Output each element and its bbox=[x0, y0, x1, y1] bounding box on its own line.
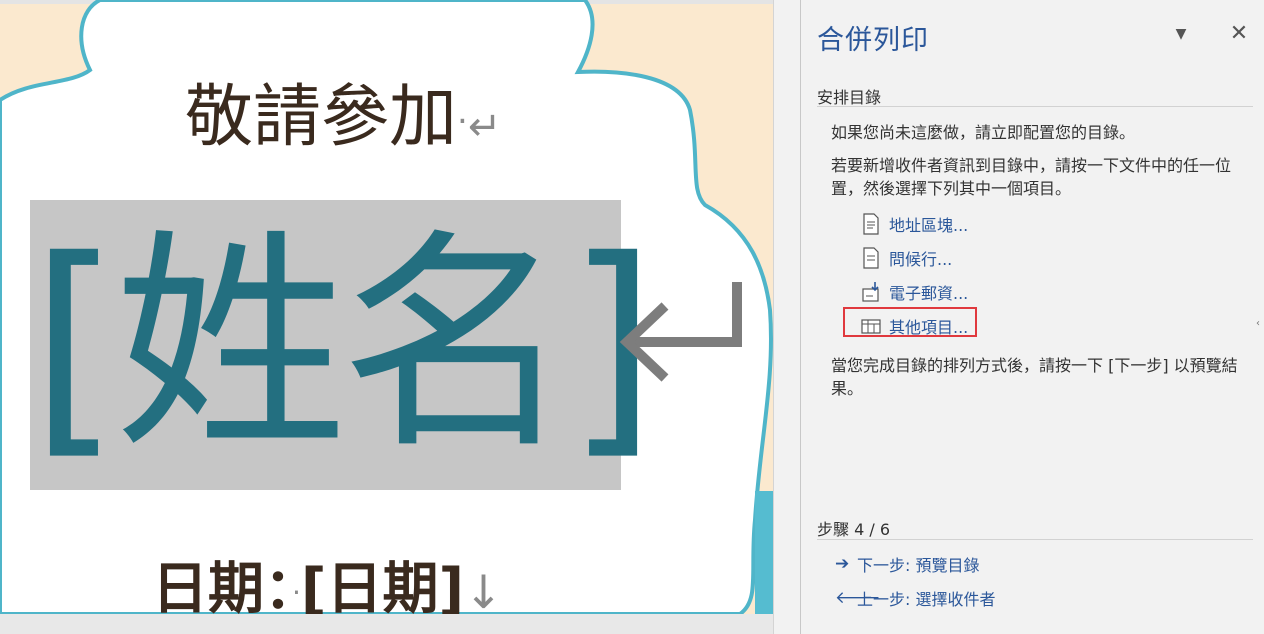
greeting-line-link[interactable]: 問候行... bbox=[861, 245, 952, 271]
name-merge-field[interactable]: [姓名] bbox=[30, 200, 657, 490]
date-merge-field[interactable]: [日期] bbox=[301, 557, 464, 614]
invite-heading[interactable]: 敬請參加·↵ bbox=[185, 78, 501, 167]
paragraph-return-icon bbox=[619, 282, 742, 382]
paragraph-mark-icon: ↵ bbox=[467, 104, 502, 150]
next-step-link[interactable]: ➔ 下一步: 預覽目錄 bbox=[835, 552, 979, 576]
previous-step-link[interactable]: 🡐 上一步: 選擇收件者 bbox=[835, 586, 995, 610]
electronic-postage-icon bbox=[862, 282, 879, 302]
electronic-postage-label: 電子郵資... bbox=[889, 284, 969, 303]
address-block-icon bbox=[863, 213, 879, 235]
instructions-text: 若要新增收件者資訊到目錄中，請按一下文件中的任一位置，然後選擇下列其中一個項目。 bbox=[831, 156, 1232, 198]
close-icon[interactable]: ✕ bbox=[1225, 20, 1253, 48]
previous-step-label: 上一步: 選擇收件者 bbox=[857, 590, 996, 609]
pane-splitter[interactable] bbox=[773, 0, 800, 634]
date-line[interactable]: 日期：·[日期]↓ bbox=[152, 556, 503, 614]
invite-text: 敬請參加 bbox=[185, 78, 458, 157]
space-dot: · bbox=[457, 101, 468, 142]
more-items-icon bbox=[861, 319, 881, 334]
divider bbox=[817, 106, 1253, 107]
mail-merge-pane: 合併列印 ▼ ✕ 安排目錄 如果您尚未這麼做，請立即配置您的目錄。 若要新增收件… bbox=[800, 0, 1264, 634]
electronic-postage-link[interactable]: 電子郵資... bbox=[861, 279, 968, 305]
document-canvas[interactable]: 敬請參加·↵ [姓名] 日期：·[日期]↓ bbox=[0, 0, 773, 614]
arrow-left-icon: 🡐 bbox=[835, 588, 881, 608]
space-dot: · bbox=[292, 575, 301, 609]
more-items-label: 其他項目... bbox=[889, 318, 969, 337]
date-label: 日期： bbox=[152, 557, 292, 614]
divider bbox=[817, 539, 1253, 540]
address-block-label: 地址區塊... bbox=[889, 216, 969, 235]
step-indicator: 步驟 4 / 6 bbox=[817, 520, 891, 539]
pane-title: 合併列印 bbox=[817, 25, 929, 56]
address-block-link[interactable]: 地址區塊... bbox=[861, 211, 968, 237]
arrow-right-icon: ➔ bbox=[835, 554, 850, 574]
teal-accent-block bbox=[755, 491, 773, 614]
pane-edge-marker: ‹ bbox=[1256, 318, 1260, 329]
greeting-line-icon bbox=[863, 247, 879, 269]
section-heading: 安排目錄 bbox=[817, 88, 882, 107]
completion-note: 當您完成目錄的排列方式後，請按一下 [下一步] 以預覽結果。 bbox=[831, 356, 1238, 398]
next-step-label: 下一步: 預覽目錄 bbox=[857, 556, 980, 575]
more-items-link[interactable]: 其他項目... bbox=[861, 313, 968, 339]
intro-text: 如果您尚未這麼做，請立即配置您的目錄。 bbox=[831, 123, 1136, 142]
pane-options-dropdown-icon[interactable]: ▼ bbox=[1169, 22, 1193, 46]
greeting-line-label: 問候行... bbox=[889, 250, 953, 269]
line-break-icon: ↓ bbox=[464, 565, 503, 614]
horizontal-scrollbar[interactable] bbox=[0, 614, 800, 634]
